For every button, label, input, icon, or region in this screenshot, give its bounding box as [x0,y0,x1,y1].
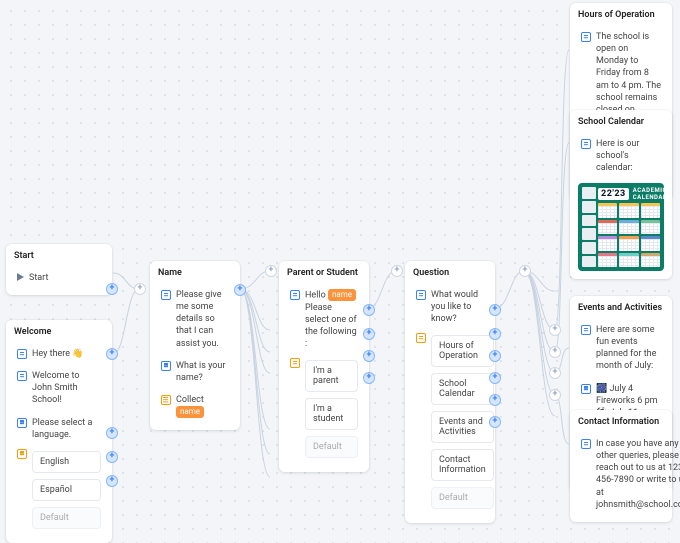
options-icon [17,449,27,459]
options-icon [290,358,300,368]
port-out[interactable] [490,417,500,427]
node-title: Name [158,268,232,278]
chat-icon [17,418,27,428]
node-parent-or-student[interactable]: Parent or Student Hello name Please sele… [279,261,369,472]
port-out[interactable] [490,395,500,405]
chat-icon [581,439,591,449]
junction[interactable] [550,347,560,357]
options-icon [416,333,426,343]
port-out[interactable] [107,428,117,438]
node-welcome[interactable]: Welcome Hey there 👋 Welcome to John Smit… [6,320,112,543]
junction[interactable] [266,266,276,276]
lang-espanol[interactable]: Español [32,479,101,501]
port-out[interactable] [364,305,374,315]
junction[interactable] [520,266,530,276]
node-title: Welcome [14,327,104,337]
opt-default[interactable]: Default [431,487,494,509]
port-out[interactable] [364,351,374,361]
junction[interactable] [392,266,402,276]
chat-icon [161,290,171,300]
port-out[interactable] [490,305,500,315]
port-out[interactable] [107,476,117,486]
node-start[interactable]: Start Start [6,244,112,295]
welcome-hey: Hey there 👋 [32,348,84,360]
chat-icon [290,290,300,300]
node-title: Question [413,268,487,278]
lang-english[interactable]: English [32,451,101,473]
name-collect: Collect name [176,394,229,419]
text-collect-icon [161,395,171,405]
calendar-image: 22'23 ACADEMIC CALENDAR [578,183,664,271]
question-ask: What would you like to know? [431,289,484,325]
start-icon [17,273,24,281]
lang-default[interactable]: Default [32,507,101,529]
port-out[interactable] [107,349,117,359]
opt-hours[interactable]: Hours of Operation [431,335,494,367]
port-out[interactable] [490,351,500,361]
chat-icon [581,32,591,42]
name-ask: What is your name? [176,360,229,384]
port-out[interactable] [364,329,374,339]
port-out[interactable] [107,452,117,462]
opt-calendar[interactable]: School Calendar [431,373,494,405]
flow-canvas[interactable]: Start Start Welcome Hey there 👋 Welcome … [0,0,680,514]
variable-chip-name: name [328,289,356,301]
contact-body: In case you have any other queries, plea… [596,438,680,511]
node-title: Hours of Operation [578,10,664,20]
wave-emoji: 👋 [72,349,83,359]
node-title: Start [14,251,104,261]
junction[interactable] [550,368,560,378]
node-title: School Calendar [578,117,664,127]
port-out[interactable] [107,284,117,294]
chat-icon [581,384,591,394]
port-out[interactable] [490,329,500,339]
node-calendar[interactable]: School Calendar Here is our school's cal… [570,110,672,279]
junction[interactable] [135,284,145,294]
chat-icon [161,361,171,371]
chat-icon [581,139,591,149]
chat-icon [17,349,27,359]
welcome-school: Welcome to John Smith School! [32,370,101,406]
cal-body: Here is our school's calendar: [596,138,661,174]
port-out[interactable] [235,285,245,295]
opt-contact[interactable]: Contact Information [431,449,494,481]
node-title: Contact Information [578,417,664,427]
node-contact[interactable]: Contact Information In case you have any… [570,410,672,522]
port-out[interactable] [490,373,500,383]
events-body: Here are some fun events planned for the… [596,324,661,373]
node-name[interactable]: Name Please give me some details so that… [150,261,240,430]
port-out[interactable] [364,373,374,383]
opt-events[interactable]: Events and Activities [431,411,494,443]
opt-student[interactable]: I'm a student [305,398,358,430]
chat-icon [581,325,591,335]
start-label: Start [29,272,48,284]
variable-chip-name: name [176,406,204,418]
node-title: Events and Activities [578,303,664,313]
junction[interactable] [550,325,560,335]
junction[interactable] [550,390,560,400]
node-title: Parent or Student [287,268,361,278]
name-intro: Please give me some details so that I ca… [176,289,229,350]
pors-greet: Hello name Please select one of the foll… [305,289,358,350]
chat-icon [17,371,27,381]
chat-icon [416,290,426,300]
fireworks-emoji: 🎆 [596,384,607,394]
node-question[interactable]: Question What would you like to know? Ho… [405,261,495,523]
opt-parent[interactable]: I'm a parent [305,360,358,392]
welcome-select: Please select a language. [32,417,101,441]
opt-default[interactable]: Default [305,436,358,458]
